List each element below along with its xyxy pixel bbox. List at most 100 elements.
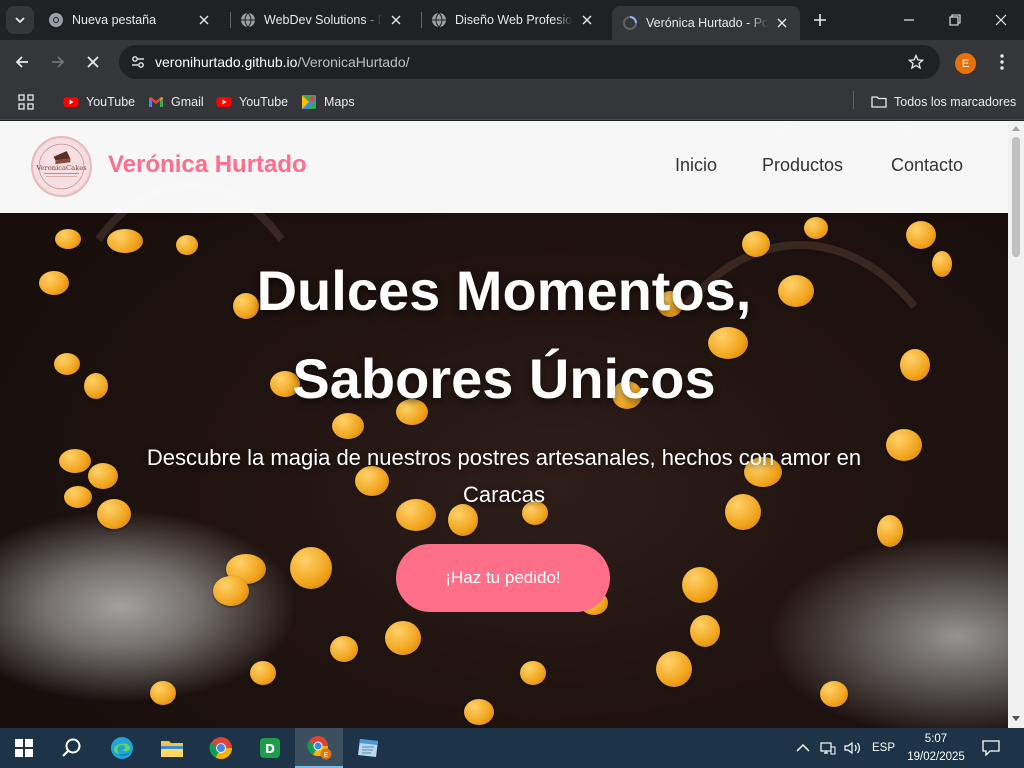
stop-loading-button[interactable] <box>79 48 107 76</box>
plus-icon <box>814 14 826 26</box>
address-bar[interactable]: veronihurtado.github.io/VeronicaHurtado/ <box>119 45 940 79</box>
tab-search-button[interactable] <box>6 6 34 34</box>
close-tab-icon[interactable] <box>774 15 790 31</box>
sprinkle <box>690 615 720 647</box>
close-icon <box>995 14 1007 26</box>
chevron-down-icon <box>15 17 25 24</box>
nav-link-inicio[interactable]: Inicio <box>675 155 717 176</box>
site-navbar: VeronicaCakes Verónica Hurtado Inicio Pr… <box>0 121 1008 213</box>
site-logo[interactable]: VeronicaCakes <box>31 136 92 197</box>
restore-icon <box>949 14 961 26</box>
tab-separator <box>230 12 231 28</box>
notifications-button[interactable] <box>967 728 1015 768</box>
system-tray: ESP <box>796 728 895 768</box>
tab-diseno-web[interactable]: Diseño Web Profesiona <box>427 0 607 40</box>
page-viewport[interactable]: VeronicaCakes Verónica Hurtado Inicio Pr… <box>0 121 1008 728</box>
sprinkle <box>520 661 546 685</box>
nav-link-productos[interactable]: Productos <box>762 155 843 176</box>
taskbar-file-explorer[interactable] <box>148 728 196 768</box>
network-icon[interactable] <box>820 741 836 755</box>
folder-icon <box>871 96 887 108</box>
sprinkle <box>55 229 81 249</box>
language-indicator[interactable]: ESP <box>872 742 895 754</box>
nav-link-contacto[interactable]: Contacto <box>891 155 963 176</box>
bookmark-star-icon[interactable] <box>908 54 924 70</box>
close-tab-icon[interactable] <box>388 12 404 28</box>
scroll-down-icon[interactable] <box>1012 716 1020 722</box>
restore-button[interactable] <box>932 0 978 40</box>
search-icon <box>62 738 81 757</box>
tab-webdev-solutions[interactable]: WebDev Solutions - Di <box>236 0 416 40</box>
gmail-icon <box>149 97 163 107</box>
sprinkle <box>59 449 91 473</box>
globe-icon <box>432 12 446 28</box>
chrome-icon <box>209 737 232 759</box>
folder-icon <box>161 741 183 757</box>
sprinkle <box>88 463 118 489</box>
taskbar-clock[interactable]: 5:07 19/02/2025 <box>898 730 974 766</box>
site-brand[interactable]: Verónica Hurtado <box>108 151 307 179</box>
bookmark-youtube[interactable]: YouTube <box>63 92 135 112</box>
sprinkle <box>820 681 848 707</box>
site-settings-icon[interactable] <box>130 54 146 70</box>
close-tab-icon[interactable] <box>196 12 212 28</box>
arrow-left-icon <box>15 56 28 68</box>
scroll-up-icon[interactable] <box>1012 125 1020 131</box>
tab-title: Diseño Web Profesiona <box>455 13 573 27</box>
sprinkle <box>330 636 358 662</box>
chevron-up-icon[interactable] <box>796 743 810 753</box>
back-button[interactable] <box>8 48 36 76</box>
tab-strip: Nueva pestaña WebDev Solutions - Di Dise… <box>0 0 1024 40</box>
close-window-button[interactable] <box>978 0 1024 40</box>
sprinkle <box>213 576 249 606</box>
svg-text:D: D <box>265 742 275 756</box>
youtube-icon <box>63 97 79 107</box>
start-button[interactable] <box>0 728 48 768</box>
order-button[interactable]: ¡Haz tu pedido! <box>396 544 610 612</box>
sprinkle <box>656 651 692 687</box>
page-scrollbar[interactable] <box>1008 121 1024 728</box>
hero-title: Dulces Momentos, Sabores Únicos <box>0 247 1008 423</box>
windows-logo-icon <box>15 739 33 757</box>
taskbar-chrome[interactable] <box>197 728 245 768</box>
sprinkle <box>290 547 332 589</box>
clock-date: 19/02/2025 <box>907 751 965 763</box>
bookmark-maps[interactable]: Maps <box>301 92 355 112</box>
arrow-right-icon <box>52 56 65 68</box>
volume-icon[interactable] <box>844 741 862 755</box>
sprinkle <box>804 217 828 239</box>
taskbar-notes-app[interactable] <box>344 728 392 768</box>
bookmark-label: Maps <box>324 95 355 109</box>
taskbar-search-button[interactable] <box>48 728 96 768</box>
new-tab-button[interactable] <box>806 6 834 34</box>
all-bookmarks-label: Todos los marcadores <box>894 95 1017 109</box>
forward-button[interactable] <box>44 48 72 76</box>
taskbar-chrome-profile[interactable]: E <box>295 728 343 768</box>
close-icon <box>87 56 99 68</box>
browser-toolbar: veronihurtado.github.io/VeronicaHurtado/… <box>0 40 1024 84</box>
bookmarks-bar: YouTube Gmail YouTube Maps Todos los mar… <box>0 84 1024 120</box>
all-bookmarks-button[interactable]: Todos los marcadores <box>871 92 1016 112</box>
tab-separator <box>421 12 422 28</box>
url-host: veronihurtado.github.io <box>155 54 298 70</box>
taskbar-edge[interactable] <box>98 728 146 768</box>
tab-nueva-pestana[interactable]: Nueva pestaña <box>44 0 224 40</box>
tab-veronica-hurtado[interactable]: Verónica Hurtado - Pos <box>612 6 800 40</box>
bookmark-youtube-2[interactable]: YouTube <box>216 92 288 112</box>
maps-icon <box>302 95 316 109</box>
hero-title-line2: Sabores Únicos <box>292 347 716 410</box>
minimize-button[interactable] <box>886 0 932 40</box>
globe-icon <box>241 12 255 28</box>
scrollbar-thumb[interactable] <box>1012 137 1020 257</box>
tab-title: Verónica Hurtado - Pos <box>646 16 768 30</box>
close-tab-icon[interactable] <box>579 12 595 28</box>
hero-title-line1: Dulces Momentos, <box>256 259 752 322</box>
taskbar-d-app[interactable]: D <box>246 728 294 768</box>
profile-avatar[interactable]: E <box>955 53 976 74</box>
bookmark-gmail[interactable]: Gmail <box>148 92 204 112</box>
sprinkle <box>64 486 92 508</box>
browser-menu-button[interactable] <box>988 48 1016 76</box>
svg-text:E: E <box>324 751 328 759</box>
apps-button[interactable] <box>18 92 34 112</box>
sprinkle <box>385 621 421 655</box>
